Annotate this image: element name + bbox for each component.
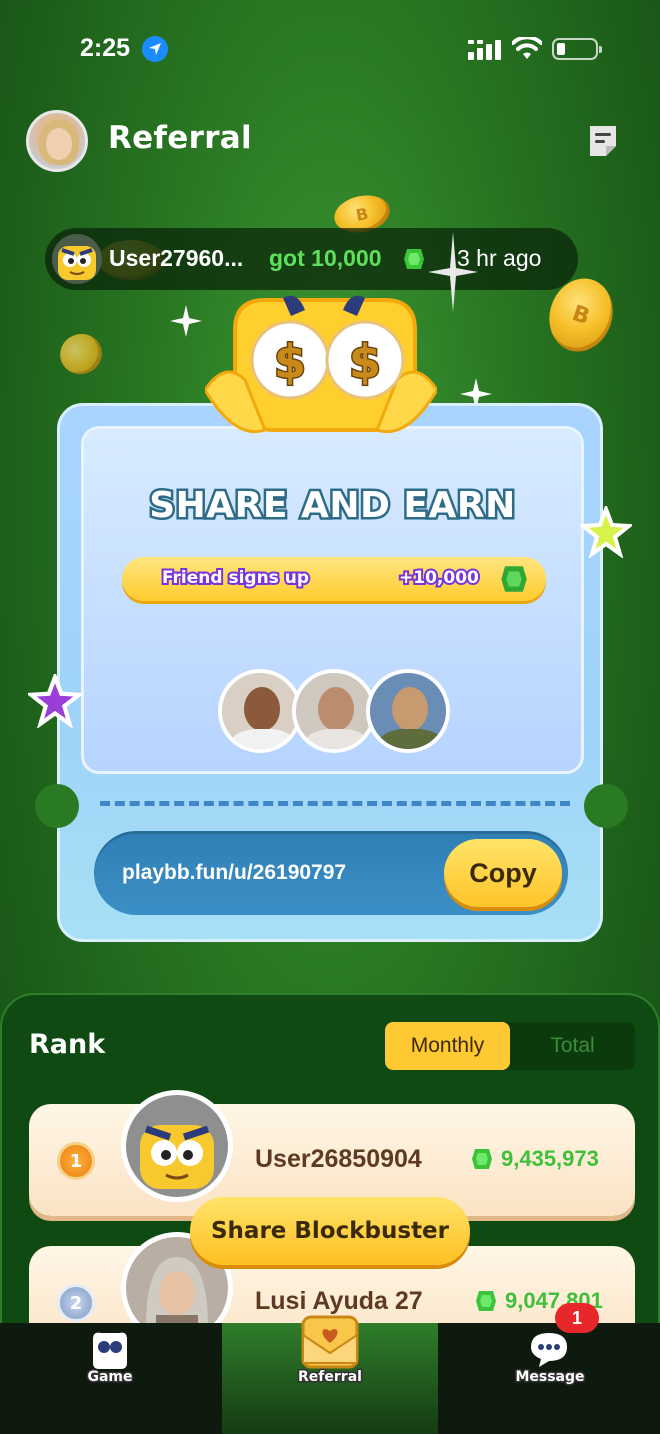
gem-icon [472,1149,492,1169]
rank-name: User26850904 [255,1145,422,1173]
copy-button[interactable]: Copy [444,839,562,907]
game-icon [93,1332,127,1369]
friend-avatar [218,669,302,753]
wifi-icon [512,37,542,59]
rank-name: Lusi Ayuda 27 [255,1287,423,1315]
message-badge: 1 [555,1303,599,1333]
location-icon [142,36,168,62]
status-bar: 2:25 [0,0,660,96]
gem-icon [501,566,527,592]
friend-avatar [292,669,376,753]
silver-medal-icon: 2 [57,1284,95,1322]
nav-label: Referral [297,1368,364,1387]
star-icon [28,674,82,728]
referral-link[interactable]: playbb.fun/u/26190797 [122,861,346,885]
friend-avatar [366,669,450,753]
activity-ticker: User27960... got 10,000 3 hr ago [45,228,578,290]
sparkle-icon [170,305,202,337]
nav-label: Message [514,1368,586,1387]
referral-envelope-icon [301,1315,359,1369]
nav-game[interactable]: Game [35,1323,185,1413]
nav-label: Game [86,1368,134,1387]
page-title: Referral [108,120,252,156]
gem-icon [476,1291,496,1311]
signal-icon [468,40,501,60]
rank-period-toggle: Monthly Total [385,1022,635,1070]
ticker-user: User27960... [109,245,244,271]
card-title: SHARE AND EARN [147,483,518,529]
profile-avatar[interactable] [26,110,88,172]
tab-monthly[interactable]: Monthly [385,1022,510,1070]
notes-icon[interactable] [584,122,622,160]
rank-position: 2 [69,1292,83,1314]
coin-icon [54,328,108,380]
star-icon [580,506,632,558]
svg-text:$: $ [274,335,306,389]
referral-link-box: playbb.fun/u/26190797 Copy [94,831,568,915]
share-blockbuster-button[interactable]: Share Blockbuster [190,1197,470,1265]
reward-label: Friend signs up [160,566,311,590]
ticker-avatar [52,234,102,284]
mascot-money-eyes: $ $ [205,295,437,434]
ticket-divider [100,801,570,806]
ticket-notch [584,784,628,828]
gold-medal-icon: 1 [57,1142,95,1180]
rank-avatar [121,1090,233,1202]
rank-position: 1 [69,1150,83,1172]
svg-text:$: $ [349,335,381,389]
tab-total[interactable]: Total [510,1022,635,1070]
ticket-notch [35,784,79,828]
reward-pill: Friend signs up +10,000 [122,557,546,601]
message-icon [531,1333,567,1367]
gem-icon [404,249,424,269]
status-time: 2:25 [80,34,131,62]
nav-message[interactable]: Message [475,1323,625,1413]
reward-value: +10,000 [397,566,481,590]
bottom-nav: Game Referral Message [0,1315,660,1434]
share-earn-card: SHARE AND EARN Friend signs up +10,000 p… [35,403,628,942]
rank-title: Rank [29,1029,106,1060]
rank-score: 9,435,973 [501,1146,599,1171]
battery-icon [552,38,602,60]
nav-referral[interactable]: Referral [255,1315,405,1413]
reward-panel: SHARE AND EARN Friend signs up +10,000 [81,426,584,774]
ticker-amount: got 10,000 [269,245,382,271]
